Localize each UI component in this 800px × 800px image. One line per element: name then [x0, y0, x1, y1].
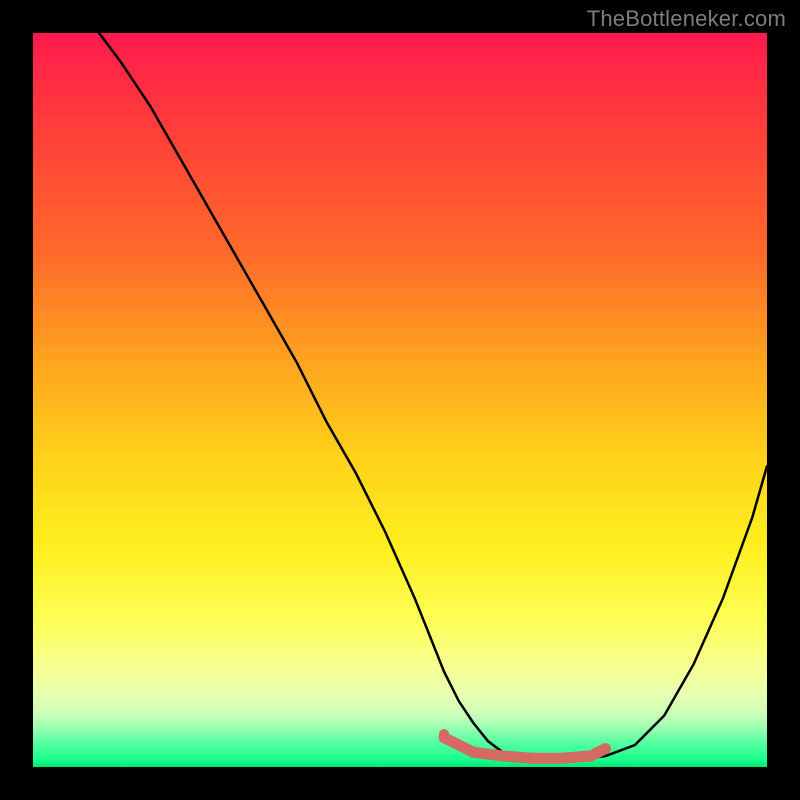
chart-svg — [33, 33, 767, 767]
chart-frame: TheBottleneker.com — [0, 0, 800, 800]
plot-area — [33, 33, 767, 767]
optimal-point-marker — [439, 729, 449, 739]
optimal-range-marker — [444, 738, 606, 759]
bottleneck-curve — [99, 33, 767, 760]
watermark-text: TheBottleneker.com — [587, 6, 786, 32]
